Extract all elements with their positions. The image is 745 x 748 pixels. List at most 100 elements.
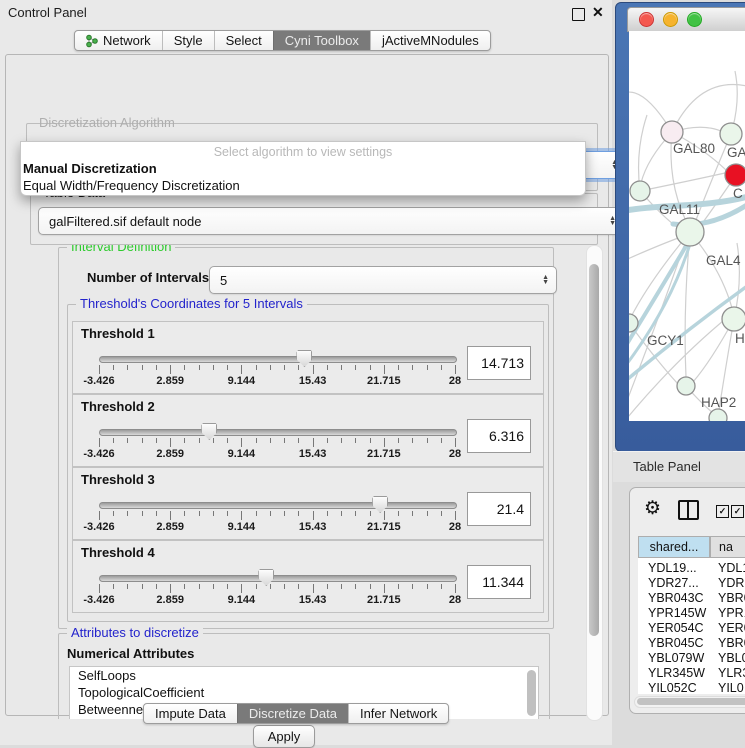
cell-shared-name[interactable]: YBL079W — [648, 651, 708, 665]
cell-shared-name[interactable]: YER054C — [648, 621, 708, 635]
table-row[interactable]: YDL19... YDL1 — [638, 561, 745, 576]
table-row[interactable]: YBL079W YBL0 — [638, 651, 745, 666]
slider-axis-labels: -3.4262.8599.14415.4321.71528 — [99, 448, 455, 460]
numerical-attributes-label: Numerical Attributes — [67, 646, 194, 661]
cell-name[interactable]: YPR1 — [718, 606, 745, 620]
table-row[interactable]: YPR145W YPR1 — [638, 606, 745, 621]
table-row[interactable]: YER054C YER0 — [638, 621, 745, 636]
table-data-combobox[interactable]: galFiltered.sif default node ▲▼ — [38, 207, 624, 235]
attribute-item-selfloops[interactable]: SelfLoops — [70, 667, 538, 684]
tick — [427, 584, 428, 589]
close-icon[interactable]: ✕ — [592, 4, 604, 21]
network-node[interactable] — [709, 409, 727, 421]
cell-name[interactable]: YBR0 — [718, 636, 745, 650]
checkbox-icon[interactable]: ✓ — [731, 505, 744, 518]
checkbox-icon[interactable]: ✓ — [716, 505, 729, 518]
tab-select[interactable]: Select — [214, 31, 273, 50]
table-horizontal-scrollbar[interactable] — [634, 696, 745, 708]
axis-label: 9.144 — [228, 375, 256, 387]
cell-shared-name[interactable]: YIL052C — [648, 681, 708, 695]
slider-ticks — [99, 365, 455, 374]
node-table: shared...naYDL19...YDL1YDR27...YDR2YBR04… — [638, 536, 745, 694]
network-edge[interactable] — [639, 115, 647, 191]
gear-icon[interactable]: ⚙ — [644, 497, 661, 520]
tab-impute-data[interactable]: Impute Data — [144, 704, 237, 723]
float-window-icon[interactable] — [572, 8, 585, 21]
cell-shared-name[interactable]: YDL19... — [648, 561, 708, 575]
network-edge-thick[interactable] — [629, 236, 692, 347]
tick — [127, 438, 128, 443]
network-edge-thick[interactable] — [629, 247, 689, 369]
tick — [113, 438, 114, 443]
algorithm-option-equal-width-frequency-discretization[interactable]: Equal Width/Frequency Discretization — [21, 177, 585, 194]
tab-discretize-data[interactable]: Discretize Data — [237, 704, 348, 723]
zoom-traffic-light[interactable] — [687, 12, 702, 27]
cell-name[interactable]: YBR0 — [718, 591, 745, 605]
settings-scrollbar-thumb[interactable] — [589, 264, 599, 636]
settings-vertical-scrollbar[interactable] — [586, 245, 603, 721]
threshold-slider-1[interactable]: -3.4262.8599.14415.4321.71528 — [91, 350, 463, 390]
tab-cyni-toolbox[interactable]: Cyni Toolbox — [273, 31, 370, 50]
table-scrollbar-thumb[interactable] — [637, 698, 745, 705]
attributes-list-scrollbar-thumb[interactable] — [527, 670, 536, 716]
tab-infer-network[interactable]: Infer Network — [348, 704, 448, 723]
tick — [355, 438, 356, 443]
network-node[interactable] — [630, 181, 650, 201]
cell-shared-name[interactable]: YPR145W — [648, 606, 708, 620]
cell-name[interactable]: YLR3 — [718, 666, 745, 680]
cell-name[interactable]: YBL0 — [718, 651, 745, 665]
threshold-value-field[interactable]: 6.316 — [467, 419, 531, 453]
threshold-value-field[interactable]: 21.4 — [467, 492, 531, 526]
table-row[interactable]: YBR043C YBR0 — [638, 591, 745, 606]
algorithm-placeholder-option[interactable]: Select algorithm to view settings — [21, 142, 585, 160]
network-canvas[interactable]: GAL80GACGAL11GAL4GCY1HHAP2 — [629, 31, 745, 421]
network-node[interactable] — [676, 218, 704, 246]
table-row[interactable]: YDR27... YDR2 — [638, 576, 745, 591]
network-edge[interactable] — [629, 237, 681, 261]
minimize-traffic-light[interactable] — [663, 12, 678, 27]
split-columns-icon[interactable] — [678, 500, 699, 520]
threshold-slider-4[interactable]: -3.4262.8599.14415.4321.71528 — [91, 569, 463, 609]
threshold-slider-3[interactable]: -3.4262.8599.14415.4321.71528 — [91, 496, 463, 536]
slider-track[interactable] — [99, 575, 457, 582]
tab-style[interactable]: Style — [162, 31, 214, 50]
tick — [341, 365, 342, 370]
tab-network[interactable]: Network — [75, 31, 162, 50]
tick — [412, 584, 413, 589]
network-node[interactable] — [661, 121, 683, 143]
network-node[interactable] — [677, 377, 695, 395]
threshold-slider-2[interactable]: -3.4262.8599.14415.4321.71528 — [91, 423, 463, 463]
network-edge[interactable] — [640, 173, 725, 191]
algorithm-option-manual-discretization[interactable]: Manual Discretization — [21, 160, 585, 177]
attribute-item-topologicalcoefficient[interactable]: TopologicalCoefficient — [70, 684, 538, 701]
cell-shared-name[interactable]: YBR045C — [648, 636, 708, 650]
cell-name[interactable]: YDR2 — [718, 576, 745, 590]
table-row[interactable]: YBR045C YBR0 — [638, 636, 745, 651]
network-node[interactable] — [720, 123, 742, 145]
cell-name[interactable]: YIL0 — [718, 681, 745, 695]
slider-track[interactable] — [99, 429, 457, 436]
cell-shared-name[interactable]: YLR345W — [648, 666, 708, 680]
column-header-shared[interactable]: shared... — [638, 536, 710, 558]
threshold-value-field[interactable]: 14.713 — [467, 346, 531, 380]
network-node[interactable] — [722, 307, 745, 331]
network-node-label-hap2: HAP2 — [701, 395, 736, 410]
column-header-na[interactable]: na — [710, 536, 745, 558]
close-traffic-light[interactable] — [639, 12, 654, 27]
tick — [412, 365, 413, 370]
cell-name[interactable]: YER0 — [718, 621, 745, 635]
slider-track[interactable] — [99, 356, 457, 363]
tab-jactivemnodules[interactable]: jActiveMNodules — [370, 31, 490, 50]
threshold-value-field[interactable]: 11.344 — [467, 565, 531, 599]
slider-track[interactable] — [99, 502, 457, 509]
tick — [370, 511, 371, 516]
threshold-panel-1: Threshold 1-3.4262.8599.14415.4321.71528… — [72, 321, 544, 394]
table-row[interactable]: YLR345W YLR3 — [638, 666, 745, 681]
axis-label: 28 — [449, 521, 461, 533]
cell-name[interactable]: YDL1 — [718, 561, 745, 575]
cell-shared-name[interactable]: YBR043C — [648, 591, 708, 605]
cell-shared-name[interactable]: YDR27... — [648, 576, 708, 590]
number-of-intervals-combobox[interactable]: 5 ▲▼ — [209, 266, 557, 294]
network-node[interactable] — [725, 164, 745, 186]
table-row[interactable]: YIL052C YIL0 — [638, 681, 745, 696]
